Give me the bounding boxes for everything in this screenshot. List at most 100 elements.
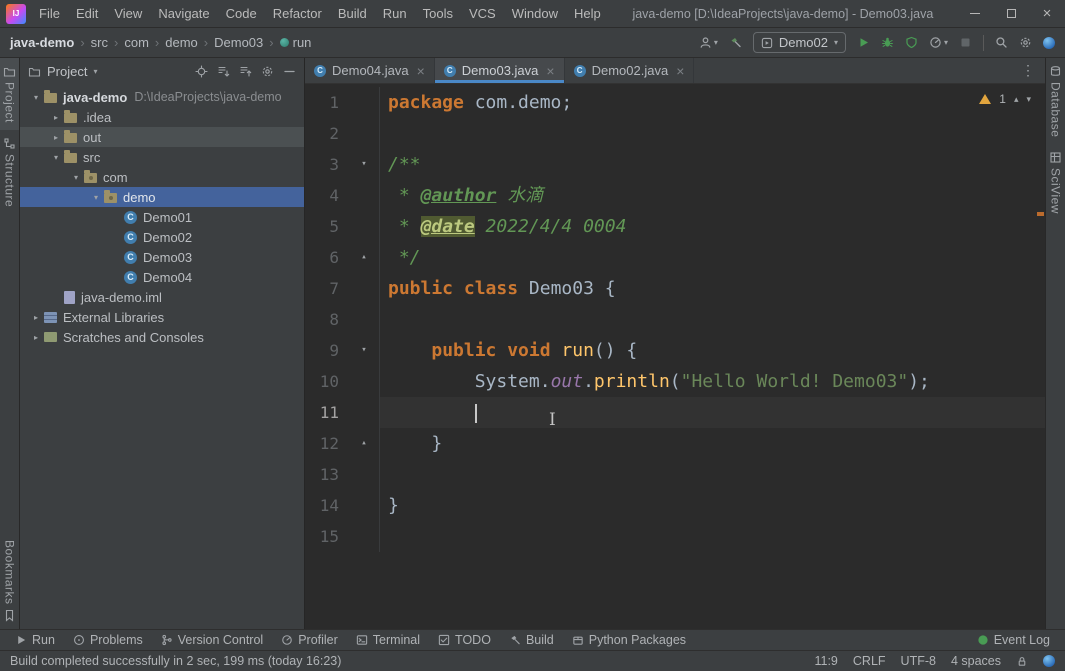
tab-close-icon[interactable]: × (546, 63, 554, 79)
minimize-button[interactable] (957, 0, 993, 27)
tool-button-run[interactable]: Run (6, 630, 64, 650)
profiler-button[interactable]: ▾ (929, 36, 948, 49)
code-text[interactable]: */ (380, 242, 1045, 273)
chevron-right-icon[interactable]: ▸ (28, 313, 44, 322)
code-with-me-icon[interactable] (1043, 37, 1055, 49)
menu-refactor[interactable]: Refactor (265, 0, 330, 27)
code-line-5[interactable]: 5 * @date 2022/4/4 0004 (305, 211, 1045, 242)
code-editor[interactable]: 1 ▴ ▾ 1package com.demo;23▾/**4 * @autho… (305, 84, 1045, 629)
code-text[interactable] (380, 459, 1045, 490)
previous-problem-icon[interactable]: ▴ (1014, 94, 1019, 105)
menu-vcs[interactable]: VCS (461, 0, 504, 27)
menu-view[interactable]: View (106, 0, 150, 27)
code-line-10[interactable]: 10 System.out.println("Hello World! Demo… (305, 366, 1045, 397)
code-line-1[interactable]: 1package com.demo; (305, 87, 1045, 118)
fold-marker-icon[interactable]: ▾ (349, 149, 380, 180)
tool-button-problems[interactable]: Problems (64, 630, 152, 650)
fold-marker-icon[interactable]: ▾ (349, 335, 380, 366)
tab-close-icon[interactable]: × (417, 63, 425, 79)
settings-button[interactable] (1019, 36, 1032, 49)
code-text[interactable]: public void run() { (380, 335, 1045, 366)
tool-stripe-database[interactable]: Database (1046, 58, 1065, 144)
tab-demo04-java[interactable]: CDemo04.java× (305, 58, 435, 83)
close-button[interactable]: × (1029, 0, 1065, 27)
breadcrumb-item-src[interactable]: src (91, 35, 108, 50)
status-message[interactable]: Build completed successfully in 2 sec, 1… (10, 654, 341, 668)
menu-build[interactable]: Build (330, 0, 375, 27)
build-project-button[interactable] (729, 36, 742, 49)
encoding-widget[interactable]: UTF-8 (901, 654, 936, 668)
tool-button-profiler[interactable]: Profiler (272, 630, 347, 650)
code-line-3[interactable]: 3▾/** (305, 149, 1045, 180)
error-stripe-mark[interactable] (1037, 212, 1044, 216)
panel-settings-gear-icon[interactable] (261, 65, 274, 78)
tree-item-out[interactable]: ▸out (20, 127, 304, 147)
locate-file-icon[interactable] (195, 65, 208, 78)
tool-stripe-project[interactable]: Project (0, 58, 19, 130)
code-line-2[interactable]: 2 (305, 118, 1045, 149)
code-text[interactable] (380, 118, 1045, 149)
code-line-14[interactable]: 14} (305, 490, 1045, 521)
status-sphere-icon[interactable] (1043, 655, 1055, 667)
tree-item-demo03[interactable]: CDemo03 (20, 247, 304, 267)
breadcrumb-item-demo03[interactable]: Demo03 (214, 35, 263, 50)
tree-item-external-libraries[interactable]: ▸External Libraries (20, 307, 304, 327)
code-line-9[interactable]: 9▾ public void run() { (305, 335, 1045, 366)
code-text[interactable] (380, 397, 1045, 428)
tool-button-build[interactable]: Build (500, 630, 563, 650)
fold-marker-icon[interactable]: ▴ (349, 428, 380, 459)
collapse-all-icon[interactable] (239, 65, 252, 78)
menu-tools[interactable]: Tools (415, 0, 461, 27)
menu-edit[interactable]: Edit (68, 0, 106, 27)
breadcrumb-item-run[interactable]: run (280, 35, 312, 50)
user-account-button[interactable]: ▾ (699, 36, 718, 49)
run-configuration-select[interactable]: Demo02 ▾ (753, 32, 846, 53)
code-text[interactable] (380, 521, 1045, 552)
tree-item-demo04[interactable]: CDemo04 (20, 267, 304, 287)
run-with-coverage-button[interactable] (905, 36, 918, 49)
tool-button-todo[interactable]: TODO (429, 630, 500, 650)
tab-demo02-java[interactable]: CDemo02.java× (565, 58, 695, 83)
breadcrumb-item-demo[interactable]: demo (165, 35, 198, 50)
menu-code[interactable]: Code (218, 0, 265, 27)
tool-button-python-packages[interactable]: Python Packages (563, 630, 695, 650)
code-line-4[interactable]: 4 * @author 水滴 (305, 180, 1045, 211)
code-text[interactable]: } (380, 490, 1045, 521)
fold-marker-icon[interactable]: ▴ (349, 242, 380, 273)
tree-item-com[interactable]: ▾com (20, 167, 304, 187)
lock-icon[interactable] (1016, 655, 1028, 668)
hide-panel-icon[interactable] (283, 65, 296, 78)
chevron-right-icon[interactable]: ▸ (28, 333, 44, 342)
code-line-8[interactable]: 8 (305, 304, 1045, 335)
menu-run[interactable]: Run (375, 0, 415, 27)
tool-stripe-structure[interactable]: Structure (0, 130, 19, 214)
code-line-15[interactable]: 15 (305, 521, 1045, 552)
code-text[interactable]: System.out.println("Hello World! Demo03"… (380, 366, 1045, 397)
tab-options-icon[interactable]: ⋮ (1011, 58, 1045, 83)
expand-all-icon[interactable] (217, 65, 230, 78)
tree-item-src[interactable]: ▾src (20, 147, 304, 167)
tree-item-java-demo[interactable]: ▾java-demoD:\IdeaProjects\java-demo (20, 87, 304, 107)
debug-button[interactable] (881, 36, 894, 49)
code-text[interactable] (380, 304, 1045, 335)
chevron-down-icon[interactable]: ▾ (28, 93, 44, 102)
code-text[interactable]: package com.demo; (380, 87, 1045, 118)
code-text[interactable]: * @author 水滴 (380, 180, 1045, 211)
tree-item-java-demo-iml[interactable]: java-demo.iml (20, 287, 304, 307)
menu-file[interactable]: File (31, 0, 68, 27)
tree-item-demo01[interactable]: CDemo01 (20, 207, 304, 227)
menu-navigate[interactable]: Navigate (150, 0, 217, 27)
chevron-down-icon[interactable]: ▾ (68, 173, 84, 182)
chevron-down-icon[interactable]: ▾ (88, 193, 104, 202)
code-text[interactable]: } (380, 428, 1045, 459)
tree-item-idea[interactable]: ▸.idea (20, 107, 304, 127)
code-line-11[interactable]: 11 (305, 397, 1045, 428)
next-problem-icon[interactable]: ▾ (1026, 94, 1031, 105)
caret-position-widget[interactable]: 11:9 (814, 654, 837, 668)
inspection-widget[interactable]: 1 ▴ ▾ (979, 92, 1031, 106)
tree-item-scratches-and-consoles[interactable]: ▸Scratches and Consoles (20, 327, 304, 347)
menu-help[interactable]: Help (566, 0, 609, 27)
tab-demo03-java[interactable]: CDemo03.java× (435, 58, 565, 83)
search-everywhere-button[interactable] (995, 36, 1008, 49)
code-line-12[interactable]: 12▴ } (305, 428, 1045, 459)
